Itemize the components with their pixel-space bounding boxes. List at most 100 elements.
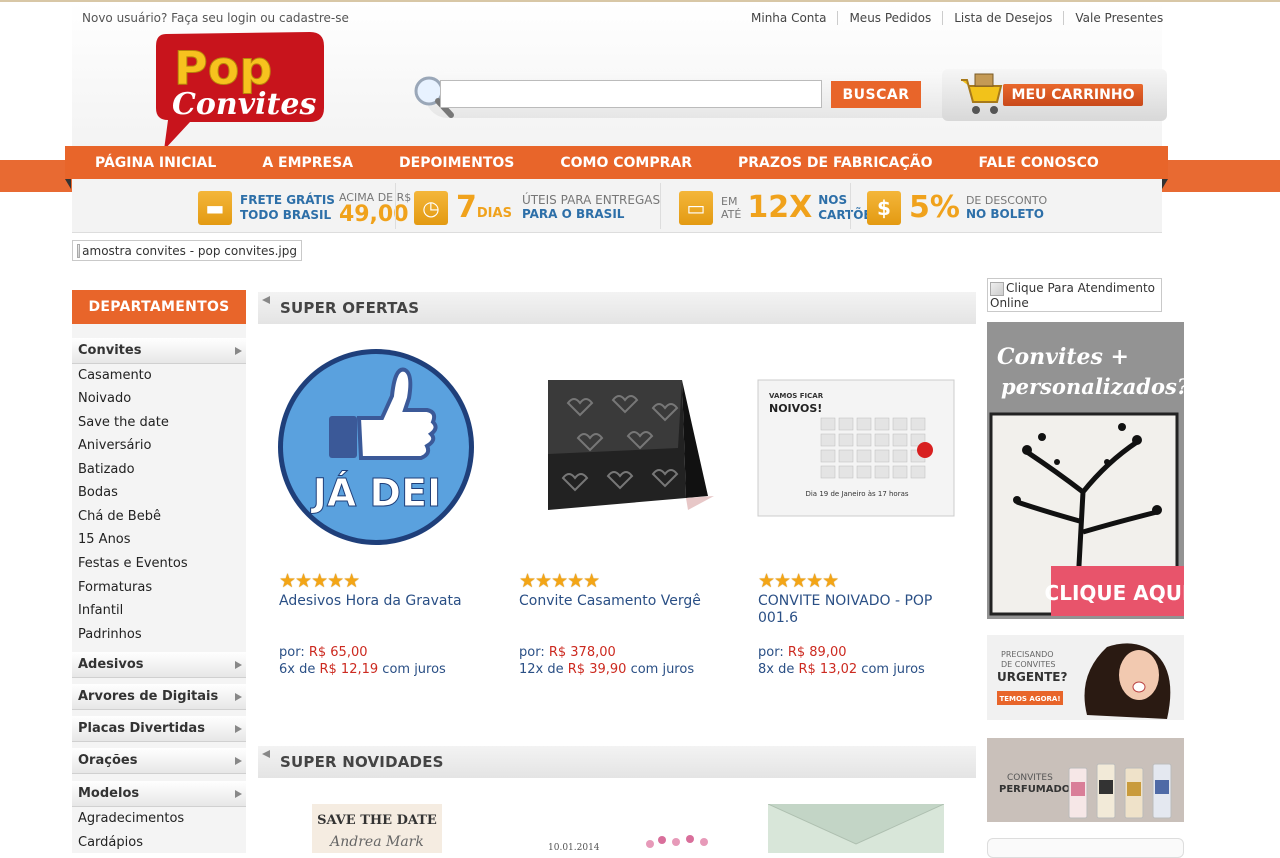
category-placas-divertidas[interactable]: Placas Divertidas: [72, 716, 246, 742]
cart-label[interactable]: MEU CARRINHO: [1003, 84, 1143, 106]
product-name[interactable]: CONVITE NOIVADO - POP 001.6: [758, 593, 958, 627]
price-prefix: por:: [758, 645, 784, 660]
product-image-noivado[interactable]: VAMOS FICAR NOIVOS! Dia 19 de Janeiro às…: [757, 348, 957, 548]
sub-casamento[interactable]: Casamento: [78, 368, 152, 383]
category-arvores-digitais[interactable]: Arvores de Digitais: [72, 684, 246, 710]
arrow-right-icon: [235, 347, 242, 355]
sub-15-anos[interactable]: 15 Anos: [78, 532, 131, 547]
section-super-novidades: SUPER NOVIDADES: [258, 746, 976, 778]
novidade-image-save-the-date[interactable]: SAVE THE DATE Andrea Mark: [312, 804, 442, 853]
inst-suffix: com juros: [630, 662, 695, 677]
sub-agradecimentos[interactable]: Agradecimentos: [78, 811, 184, 826]
product-image-text: JÁ DEI: [310, 471, 441, 515]
category-convites[interactable]: Convites: [72, 338, 246, 364]
inst-value: R$ 13,02: [798, 662, 858, 677]
dias-num: 7: [456, 190, 477, 225]
banner-image-broken[interactable]: amostra convites - pop convites.jpg: [72, 240, 302, 261]
sub-padrinhos[interactable]: Padrinhos: [78, 627, 142, 642]
ad-convites-personalizados[interactable]: Convites + personalizados? CLIQUE AQUI: [987, 322, 1184, 619]
arrow-right-icon: [235, 757, 242, 765]
ad2-line2: DE CONVITES: [1001, 660, 1055, 669]
category-label: Placas Divertidas: [78, 721, 205, 736]
category-modelos[interactable]: Modelos: [72, 781, 246, 807]
corner-triangle-icon: [262, 750, 270, 758]
image-text-1: VAMOS FICAR: [769, 392, 824, 400]
nav-depoimentos[interactable]: DEPOIMENTOS: [399, 155, 514, 171]
sub-formaturas[interactable]: Formaturas: [78, 580, 152, 595]
atendimento-alt-text: Clique Para Atendimento Online: [990, 281, 1155, 310]
category-label: Convites: [78, 343, 142, 358]
price-prefix: por:: [279, 645, 305, 660]
nav-fale-conosco[interactable]: FALE CONOSCO: [979, 155, 1099, 171]
product-image-adesivos[interactable]: JÁ DEI: [277, 348, 477, 548]
product-image-vergê[interactable]: [518, 348, 718, 548]
sub-save-the-date[interactable]: Save the date: [78, 415, 169, 430]
product-name[interactable]: Convite Casamento Vergê: [519, 593, 719, 610]
frete-line2: TODO BRASIL: [240, 208, 332, 222]
parc-num: 12X: [747, 190, 813, 225]
arrow-right-icon: [235, 725, 242, 733]
sub-festas-eventos[interactable]: Festas e Eventos: [78, 556, 188, 571]
dollar-icon: $: [867, 191, 901, 225]
account-links: Minha Conta Meus Pedidos Lista de Desejo…: [740, 11, 1174, 25]
rating-stars: ★★★★★: [519, 570, 600, 592]
nav-como-comprar[interactable]: COMO COMPRAR: [560, 155, 692, 171]
site-logo[interactable]: Pop Convites: [150, 28, 330, 153]
departments-title: DEPARTAMENTOS: [72, 290, 246, 324]
inst-suffix: com juros: [382, 662, 446, 677]
rating-stars: ★★★★★: [758, 570, 839, 592]
banner-alt-text: amostra convites - pop convites.jpg: [82, 243, 297, 258]
ad-convites-urgente[interactable]: PRECISANDO DE CONVITES URGENTE? TEMOS AG…: [987, 635, 1184, 720]
benefit-frete: ▬ FRETE GRÁTIS TODO BRASIL ACIMA DE R$ 4…: [198, 188, 411, 228]
link-vale-presentes[interactable]: Vale Presentes: [1063, 11, 1174, 25]
product-name[interactable]: Adesivos Hora da Gravata: [279, 593, 479, 610]
ad2-line1: PRECISANDO: [1001, 650, 1054, 659]
ad1-line1: Convites +: [997, 344, 1129, 370]
product-price: por: R$ 65,00: [279, 645, 368, 660]
category-adesivos[interactable]: Adesivos: [72, 652, 246, 678]
login-greeting-link[interactable]: Novo usuário? Faça seu login ou cadastre…: [82, 11, 349, 25]
rating-stars: ★★★★★: [279, 570, 360, 592]
nav-prazos-fabricacao[interactable]: PRAZOS DE FABRICAÇÃO: [738, 155, 933, 171]
link-minha-conta[interactable]: Minha Conta: [740, 11, 837, 25]
sub-cardapios[interactable]: Cardápios: [78, 835, 143, 850]
sub-infantil[interactable]: Infantil: [78, 603, 123, 618]
product-installments: 12x de R$ 39,90 com juros: [519, 662, 694, 677]
frete-valor: 49,00: [338, 201, 409, 227]
image-text-2: Andrea Mark: [328, 834, 424, 850]
benefit-divider: [395, 183, 396, 229]
image-text-1: 10.01.2014: [548, 843, 600, 853]
nav-a-empresa[interactable]: A EMPRESA: [262, 155, 353, 171]
parc-em: EM: [721, 195, 738, 208]
image-text-3: Dia 19 de Janeiro às 17 horas: [805, 490, 908, 498]
atendimento-online-link[interactable]: Clique Para Atendimento Online: [987, 278, 1162, 312]
search-button[interactable]: BUSCAR: [831, 81, 921, 108]
dias-label: DIAS: [476, 205, 512, 221]
link-meus-pedidos[interactable]: Meus Pedidos: [837, 11, 942, 25]
price-value: R$ 65,00: [308, 645, 368, 660]
nav-pagina-inicial[interactable]: PÁGINA INICIAL: [95, 155, 216, 171]
corner-triangle-icon: [262, 296, 270, 304]
inst-suffix: com juros: [861, 662, 925, 677]
novidade-image-floral[interactable]: 10.01.2014: [530, 830, 720, 853]
benefit-divider: [660, 183, 661, 229]
ad-convites-perfumados[interactable]: CONVITES PERFUMADOS: [987, 738, 1184, 822]
ad2-cta: TEMOS AGORA!: [999, 695, 1060, 703]
sub-bodas[interactable]: Bodas: [78, 485, 118, 500]
product-installments: 8x de R$ 13,02 com juros: [758, 662, 925, 677]
sub-cha-de-bebe[interactable]: Chá de Bebê: [78, 509, 161, 524]
ad1-cta: CLIQUE AQUI: [1045, 581, 1184, 605]
ad3-line1: CONVITES: [1007, 773, 1053, 783]
arrow-right-icon: [235, 693, 242, 701]
category-oracoes[interactable]: Orações: [72, 748, 246, 774]
novidade-image-envelope[interactable]: [768, 804, 944, 853]
price-value: R$ 378,00: [548, 645, 616, 660]
desc-line2: NO BOLETO: [965, 207, 1044, 221]
search-input[interactable]: [440, 80, 822, 108]
sub-noivado[interactable]: Noivado: [78, 391, 131, 406]
link-lista-desejos[interactable]: Lista de Desejos: [942, 11, 1063, 25]
sub-batizado[interactable]: Batizado: [78, 462, 135, 477]
inst-count: 6x de: [279, 662, 316, 677]
arrow-right-icon: [235, 790, 242, 798]
sub-aniversario[interactable]: Aniversário: [78, 438, 151, 453]
